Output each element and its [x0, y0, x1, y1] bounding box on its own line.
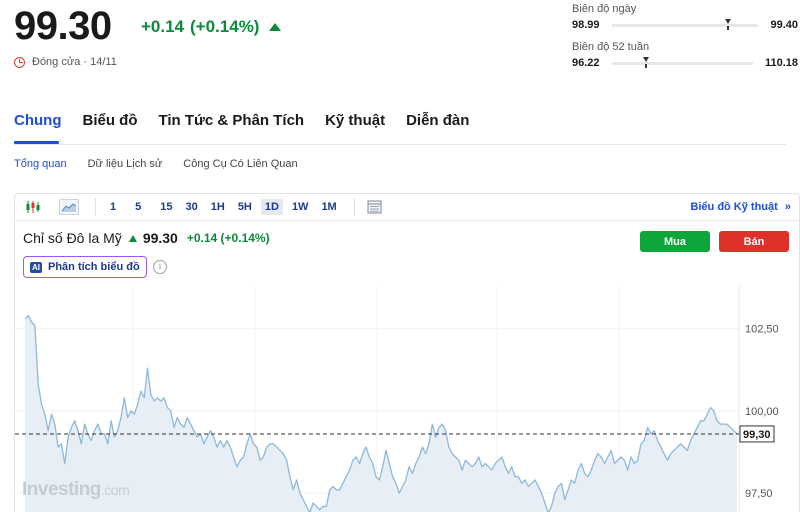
- buy-button[interactable]: Mua: [640, 231, 710, 252]
- market-status: Đóng cửa · 14/11: [14, 56, 117, 68]
- day-range-marker: [724, 18, 731, 30]
- period-1h[interactable]: 1H: [207, 199, 229, 215]
- tab-overview[interactable]: Chung: [14, 112, 61, 129]
- main-tabs: Chung Biểu đồ Tin Tức & Phân Tích Kỹ thu…: [14, 112, 490, 129]
- price-change: +0.14 (+0.14%): [141, 17, 282, 37]
- tab-news-analysis[interactable]: Tin Tức & Phân Tích: [158, 112, 304, 129]
- market-status-text: Đóng cửa · 14/11: [32, 56, 117, 68]
- subtab-related-tools[interactable]: Công Cụ Có Liên Quan: [183, 158, 297, 170]
- price-value: 99.30: [14, 4, 112, 48]
- info-icon[interactable]: i: [153, 260, 167, 274]
- period-1m[interactable]: 1M: [317, 199, 340, 215]
- week52-range-marker: [642, 56, 649, 68]
- tab-chart[interactable]: Biểu đồ: [82, 112, 137, 129]
- subtab-overview[interactable]: Tổng quan: [14, 158, 67, 170]
- day-range-label: Biên độ ngày: [572, 3, 637, 15]
- change-value: +0.14: [141, 17, 185, 36]
- y-tick-label: 102,50: [745, 324, 779, 336]
- chart-toolbar: 1 5 15 30 1H 5H 1D 1W 1M Biểu đồ Kỹ thuậ…: [15, 194, 799, 221]
- week52-range-bar: [611, 56, 753, 68]
- subtab-historical-data[interactable]: Dữ liệu Lịch sử: [88, 158, 163, 170]
- area-chart-icon[interactable]: [59, 199, 79, 215]
- clock-icon: [14, 56, 25, 68]
- technical-chart-link-label: Biểu đồ Kỹ thuật: [690, 201, 778, 213]
- toolbar-divider: [353, 198, 355, 216]
- y-tick-label: 100,00: [745, 406, 779, 418]
- instrument-change: +0.14 (+0.14%): [186, 231, 270, 245]
- instrument-value: 99.30: [142, 230, 178, 246]
- active-tab-indicator: [14, 141, 59, 144]
- day-range-high: 99.40: [770, 19, 798, 31]
- ai-badge-icon: AI: [30, 261, 42, 273]
- logo-text: Investing: [22, 479, 101, 500]
- period-5[interactable]: 5: [131, 199, 145, 215]
- price-area-fill: [25, 315, 737, 512]
- period-5h[interactable]: 5H: [234, 199, 256, 215]
- period-15[interactable]: 15: [156, 199, 176, 215]
- chevron-double-right-icon: »: [784, 201, 791, 213]
- last-value-label: 99,30: [743, 429, 771, 441]
- day-range-low: 98.99: [572, 19, 600, 31]
- week52-range-low: 96.22: [572, 57, 600, 69]
- chart-card: 1 5 15 30 1H 5H 1D 1W 1M Biểu đồ Kỹ thuậ…: [14, 193, 800, 512]
- technical-chart-link[interactable]: Biểu đồ Kỹ thuật »: [690, 201, 791, 213]
- y-tick-label: 97,50: [745, 488, 773, 500]
- instrument-header: Chỉ số Đô la Mỹ 99.30 +0.14 (+0.14%): [23, 230, 270, 246]
- sell-button[interactable]: Bán: [719, 231, 789, 252]
- period-1w[interactable]: 1W: [288, 199, 313, 215]
- candlestick-icon[interactable]: [23, 199, 43, 215]
- ai-chart-analysis-button[interactable]: AI Phân tích biểu đồ: [23, 256, 147, 278]
- period-30[interactable]: 30: [182, 199, 202, 215]
- week52-range-high: 110.18: [764, 57, 798, 69]
- price-chart[interactable]: 102,50 100,00 97,50 99,30: [15, 286, 800, 512]
- ai-chart-analysis-label: Phân tích biểu đồ: [48, 261, 140, 273]
- week52-range: Biên độ 52 tuần 96.22 110.18: [572, 41, 798, 69]
- instrument-name: Chỉ số Đô la Mỹ: [23, 230, 122, 246]
- tab-forum[interactable]: Diễn đàn: [406, 112, 469, 129]
- tab-technical[interactable]: Kỹ thuật: [325, 112, 385, 129]
- period-1d[interactable]: 1D: [260, 199, 283, 215]
- sub-tabs: Tổng quan Dữ liệu Lịch sử Công Cụ Có Liê…: [14, 158, 319, 170]
- period-1[interactable]: 1: [106, 199, 120, 215]
- day-range-bar: [611, 18, 759, 30]
- change-percent: (+0.14%): [190, 17, 260, 36]
- tabs-divider: [14, 144, 786, 145]
- week52-range-label: Biên độ 52 tuần: [572, 41, 650, 53]
- up-triangle-icon: [269, 23, 282, 31]
- day-range: Biên độ ngày 98.99 99.40: [572, 3, 798, 31]
- toolbar-divider: [95, 198, 96, 216]
- investing-logo: Investing.com: [22, 479, 130, 501]
- table-icon[interactable]: [365, 199, 385, 215]
- logo-suffix: .com: [100, 482, 130, 498]
- up-arrow-icon: [128, 234, 137, 242]
